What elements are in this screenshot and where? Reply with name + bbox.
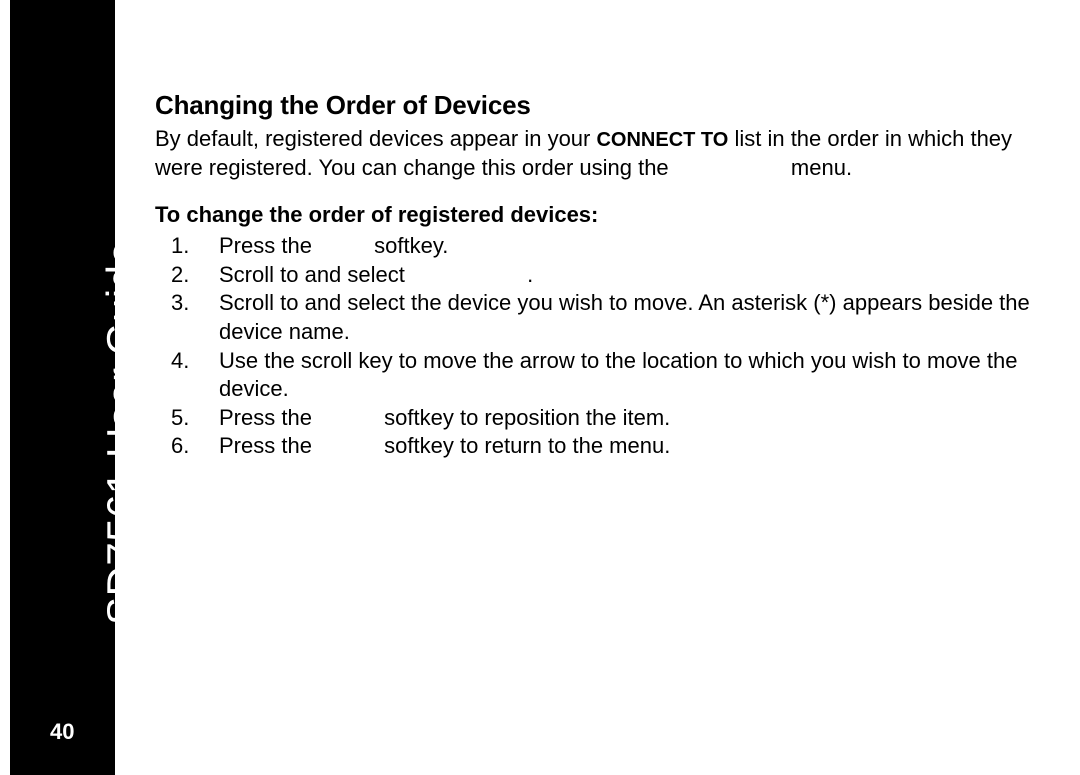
step-text-pre: Press the bbox=[219, 405, 318, 430]
step-item: Press the softkey to reposition the item… bbox=[155, 404, 1035, 433]
intro-paragraph: By default, registered devices appear in… bbox=[155, 125, 1035, 182]
page: SD7561 User Guide 40 Changing the Order … bbox=[0, 0, 1080, 775]
step-item: Scroll to and select . bbox=[155, 261, 1035, 290]
intro-bold: CONNECT TO bbox=[596, 129, 728, 151]
step-text-pre: Press the bbox=[219, 433, 318, 458]
step-item: Press the softkey to return to the menu. bbox=[155, 432, 1035, 461]
section-heading: Changing the Order of Devices bbox=[155, 90, 1035, 121]
guide-title: SD7561 User Guide bbox=[98, 241, 146, 625]
intro-text-prefix: By default, registered devices appear in… bbox=[155, 126, 596, 151]
step-item: Press the softkey. bbox=[155, 232, 1035, 261]
steps-list: Press the softkey. Scroll to and select … bbox=[155, 232, 1035, 461]
step-text-post: softkey to reposition the item. bbox=[378, 405, 670, 430]
step-text-pre: Use the scroll key to move the arrow to … bbox=[219, 348, 1018, 402]
subheading: To change the order of registered device… bbox=[155, 202, 1035, 228]
page-number: 40 bbox=[50, 719, 74, 745]
step-item: Use the scroll key to move the arrow to … bbox=[155, 347, 1035, 404]
step-text-post: softkey to return to the menu. bbox=[378, 433, 670, 458]
step-text-pre: Scroll to and select the device you wish… bbox=[219, 290, 1030, 344]
step-text-pre: Press the bbox=[219, 233, 318, 258]
sidebar: SD7561 User Guide 40 bbox=[10, 0, 115, 775]
step-text-post: softkey. bbox=[368, 233, 448, 258]
step-item: Scroll to and select the device you wish… bbox=[155, 289, 1035, 346]
step-text-pre: Scroll to and select bbox=[219, 262, 411, 287]
content-area: Changing the Order of Devices By default… bbox=[155, 90, 1035, 461]
step-text-post: . bbox=[521, 262, 533, 287]
intro-text-suffix: menu. bbox=[785, 155, 852, 180]
